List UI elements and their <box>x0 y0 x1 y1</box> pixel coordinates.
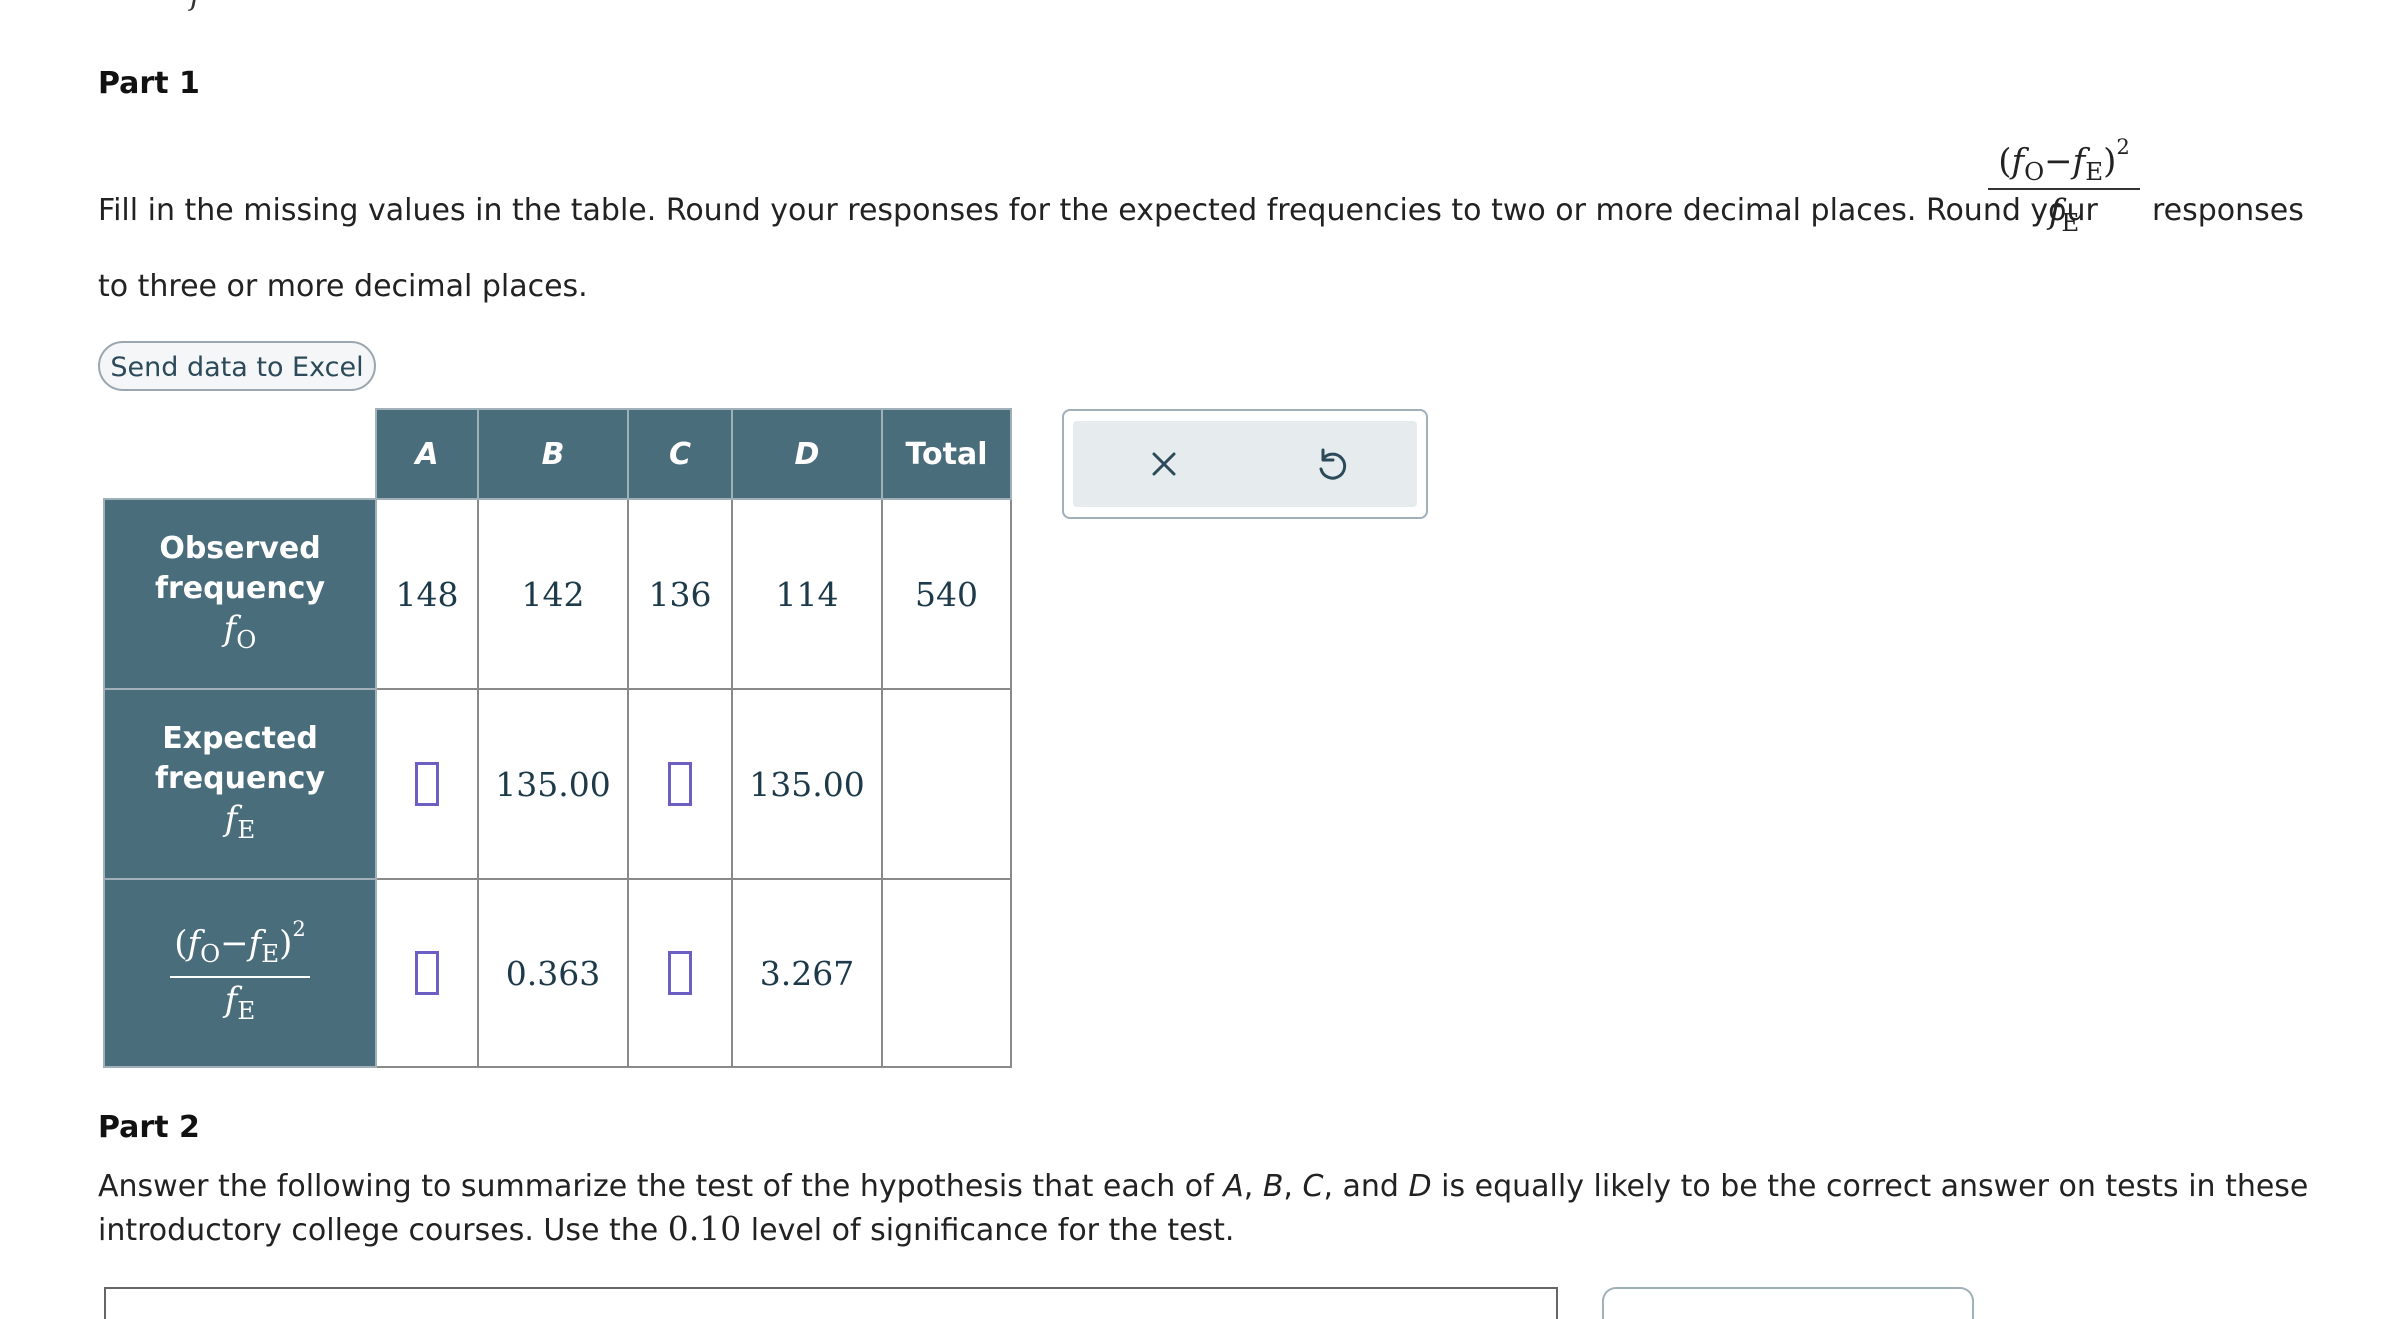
row-header-observed: Observed frequency fO <box>103 498 377 690</box>
separator: , <box>1283 1169 1303 1204</box>
cell-chi-total <box>881 878 1012 1068</box>
part1-instruction-line1: Fill in the missing values in the table.… <box>98 190 2098 232</box>
cell-observed-d: 114 <box>731 498 883 690</box>
table-header-row: A B C D Total <box>104 408 1012 500</box>
part2-text-line2: introductory college courses. Use the 0.… <box>98 1208 1234 1252</box>
part2-text: level of significance for the test. <box>741 1213 1235 1248</box>
f-symbol: f <box>248 923 262 964</box>
col-header-b: B <box>477 408 629 500</box>
f-symbol: f <box>2072 141 2086 182</box>
sub-e: E <box>2061 207 2080 237</box>
row-label: Observed <box>159 530 321 566</box>
close-icon[interactable] <box>1139 439 1189 489</box>
f-symbol: f <box>224 798 238 839</box>
option-b: B <box>1262 1169 1284 1204</box>
instruction-text-c: to three or more decimal places. <box>98 269 588 304</box>
part2-text: is equally likely to be the correct answ… <box>1431 1169 2309 1204</box>
col-header-a: A <box>375 408 479 500</box>
col-header-c: C <box>627 408 733 500</box>
sub-o: O <box>236 624 257 654</box>
option-d: D <box>1408 1169 1432 1204</box>
part2-text: introductory college courses. Use the <box>98 1213 668 1248</box>
paren: ) <box>279 923 293 964</box>
cell-chi-a <box>375 878 479 1068</box>
cell-expected-a <box>375 688 479 880</box>
cell-expected-total <box>881 688 1012 880</box>
fraction-bar <box>1988 188 2140 191</box>
sub-e: E <box>2085 157 2104 187</box>
cell-observed-a: 148 <box>375 498 479 690</box>
option-c: C <box>1302 1169 1324 1204</box>
table-row: (fO−fE)2 fE 0.363 3.267 <box>103 878 1012 1068</box>
paren: ( <box>174 923 188 964</box>
clipped-panel <box>1602 1287 1974 1319</box>
action-bar <box>1073 421 1417 507</box>
f-symbol: f <box>187 923 201 964</box>
f-symbol: f <box>224 980 238 1021</box>
cell-observed-c: 136 <box>627 498 733 690</box>
col-header-d: D <box>731 408 883 500</box>
answer-action-panel <box>1062 409 1428 519</box>
corner-cell <box>104 409 376 499</box>
exponent: 2 <box>292 916 306 942</box>
part2-text: Answer the following to summarize the te… <box>98 1169 1224 1204</box>
cell-expected-b: 135.00 <box>477 688 629 880</box>
fraction-bar <box>170 976 310 979</box>
row-label: Expected <box>162 720 318 756</box>
cell-chi-d: 3.267 <box>731 878 883 1068</box>
part1-title: Part 1 <box>98 66 200 101</box>
row-header-expected: Expected frequency fE <box>103 688 377 880</box>
instruction-text-a: Fill in the missing values in the table.… <box>98 193 2098 228</box>
send-to-excel-button[interactable]: Send data to Excel <box>98 341 376 391</box>
sub-o: O <box>200 939 221 969</box>
row-label: frequency <box>154 570 326 606</box>
summary-table-clipped <box>104 1287 1558 1319</box>
exponent: 2 <box>2116 134 2130 159</box>
sub-e: E <box>261 939 280 969</box>
table-row: Expected frequency fE 135.00 135.00 <box>103 688 1012 880</box>
chi-c-input[interactable] <box>668 951 692 995</box>
significance-level: 0.10 <box>667 1209 742 1248</box>
table-row: Observed frequency fO 148 142 136 114 54… <box>103 498 1012 690</box>
chi-a-input[interactable] <box>415 951 439 995</box>
separator: , <box>1243 1169 1263 1204</box>
part2-title: Part 2 <box>98 1110 200 1145</box>
part2-text-line1: Answer the following to summarize the te… <box>98 1166 2338 1208</box>
frequency-table: A B C D Total Observed frequency fO 148 … <box>103 408 1012 1068</box>
expected-a-input[interactable] <box>415 762 439 806</box>
f-symbol: f <box>2048 192 2062 233</box>
col-header-total: Total <box>881 408 1012 500</box>
row-header-chi-component: (fO−fE)2 fE <box>103 878 377 1068</box>
clipped-formula-fragment: f <box>190 0 201 13</box>
separator: , and <box>1323 1169 1409 1204</box>
sub-e: E <box>237 995 256 1025</box>
instruction-text-b: responses <box>2152 193 2304 228</box>
f-symbol: f <box>2011 141 2025 182</box>
minus: − <box>220 923 249 964</box>
cell-expected-c <box>627 688 733 880</box>
cell-expected-d: 135.00 <box>731 688 883 880</box>
paren: ) <box>2103 141 2117 182</box>
instruction-formula: (fO−fE)2 fE <box>1988 134 2140 237</box>
sub-o: O <box>2024 157 2045 187</box>
cell-chi-c <box>627 878 733 1068</box>
cell-chi-b: 0.363 <box>477 878 629 1068</box>
row-label: frequency <box>154 760 326 796</box>
f-symbol: f <box>223 608 237 649</box>
cell-observed-b: 142 <box>477 498 629 690</box>
paren: ( <box>1998 141 2012 182</box>
expected-c-input[interactable] <box>668 762 692 806</box>
cell-observed-total: 540 <box>881 498 1012 690</box>
option-a: A <box>1223 1169 1244 1204</box>
sub-e: E <box>237 814 256 844</box>
undo-icon[interactable] <box>1307 439 1357 489</box>
minus: − <box>2044 141 2073 182</box>
